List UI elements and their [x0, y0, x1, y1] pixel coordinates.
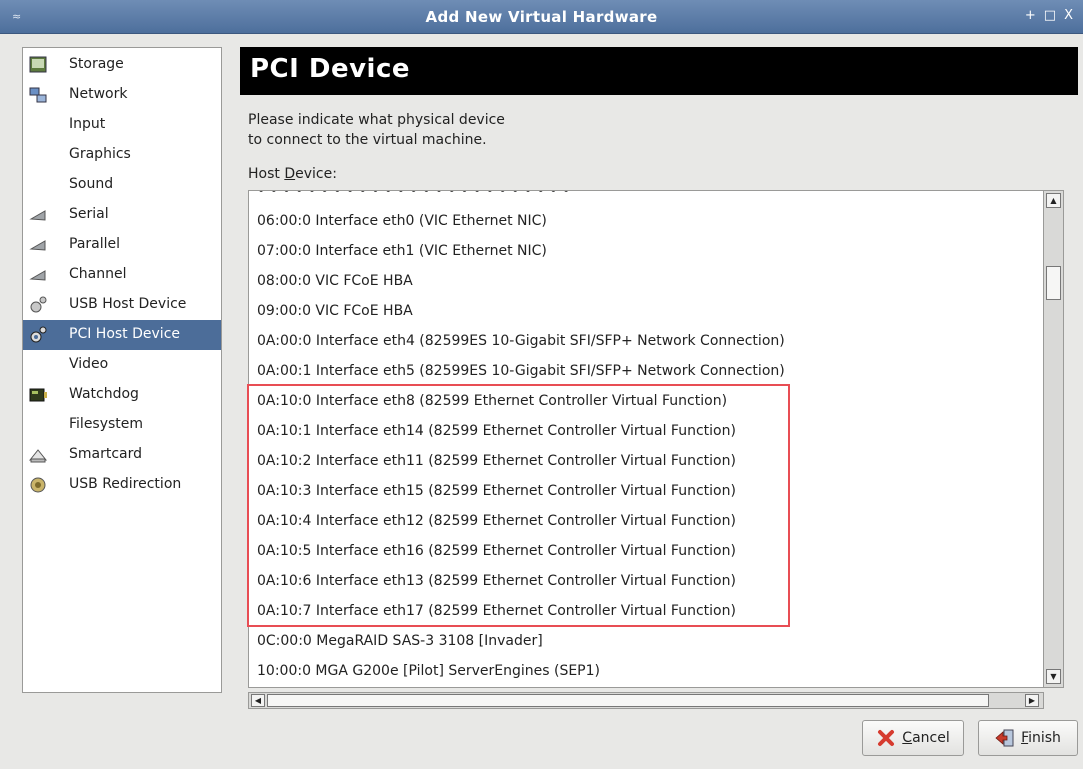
horizontal-scrollbar[interactable]: ◀ ▶ [248, 692, 1044, 709]
sidebar-item-network[interactable]: Network [23, 80, 221, 110]
sidebar-item-label: Watchdog [69, 386, 139, 402]
finish-label-rest: inish [1028, 730, 1061, 746]
sidebar-item-label: Serial [69, 206, 109, 222]
usb-redirection-icon [30, 477, 46, 493]
page-header: PCI Device [240, 47, 1078, 95]
description-text: Please indicate what physical device to … [248, 110, 748, 150]
device-row[interactable]: 0A:00:1 Interface eth5 (82599ES 10-Gigab… [257, 356, 785, 386]
scroll-up-arrow-icon[interactable]: ▲ [1046, 193, 1061, 208]
sidebar-item-filesystem[interactable]: Filesystem [23, 410, 221, 440]
window-title: Add New Virtual Hardware [425, 8, 658, 26]
sidebar-item-label: Graphics [69, 146, 131, 162]
watchdog-icon [29, 388, 47, 402]
restore-window-button[interactable]: □ [1044, 8, 1056, 23]
sidebar-item-serial[interactable]: Serial [23, 200, 221, 230]
sidebar-item-label: Video [69, 356, 109, 372]
description-line: Please indicate what physical device [248, 112, 505, 128]
sidebar-item-label: Input [69, 116, 106, 132]
close-window-button[interactable]: X [1064, 8, 1073, 23]
sidebar-item-label: USB Redirection [69, 476, 182, 492]
window-controls: + □ X [1025, 8, 1073, 23]
finish-button-label: Finish [1021, 730, 1061, 746]
device-row[interactable]: 07:00:0 Interface eth1 (VIC Ethernet NIC… [257, 236, 547, 266]
cancel-button[interactable]: Cancel [862, 720, 964, 756]
sidebar-item-smartcard[interactable]: Smartcard [23, 440, 221, 470]
virtual-function-highlight-box [247, 384, 790, 627]
sidebar-item-label: PCI Host Device [69, 326, 181, 342]
sidebar-item-label: Sound [69, 176, 114, 192]
storage-icon [29, 56, 47, 73]
sidebar-item-pci-host-device[interactable]: PCI Host Device [23, 320, 221, 350]
cancel-icon [878, 730, 895, 746]
host-device-label-prefix: Host [248, 166, 285, 182]
cancel-button-label: Cancel [902, 730, 949, 746]
smartcard-icon [28, 449, 48, 463]
title-bar: ≈ Add New Virtual Hardware + □ X [0, 0, 1083, 34]
device-row[interactable]: 10:00:0 MGA G200e [Pilot] ServerEngines … [257, 656, 600, 686]
sidebar-item-label: Network [69, 86, 128, 102]
sidebar-item-label: Storage [69, 56, 124, 72]
sidebar-item-input[interactable]: Input [23, 110, 221, 140]
device-row[interactable]: 0A:00:0 Interface eth4 (82599ES 10-Gigab… [257, 326, 785, 356]
channel-icon [29, 270, 46, 281]
network-icon [29, 87, 47, 103]
maximize-window-button[interactable]: + [1025, 8, 1036, 23]
finish-button[interactable]: Finish [978, 720, 1078, 756]
cancel-mnemonic: C [902, 730, 913, 746]
cancel-label-rest: ancel [912, 730, 950, 746]
vertical-scroll-thumb[interactable] [1046, 266, 1061, 300]
sidebar-item-storage[interactable]: Storage [23, 50, 221, 80]
device-row[interactable]: 0C:00:0 MegaRAID SAS-3 3108 [Invader] [257, 626, 543, 656]
finish-icon [995, 729, 1014, 747]
hardware-type-list: Storage Network Input Graphics Sound Ser… [22, 47, 222, 693]
scroll-left-arrow-icon[interactable]: ◀ [251, 694, 265, 707]
device-row[interactable]: 06:00:0 Interface eth0 (VIC Ethernet NIC… [257, 206, 547, 236]
sidebar-item-usb-host-device[interactable]: USB Host Device [23, 290, 221, 320]
scroll-right-arrow-icon[interactable]: ▶ [1025, 694, 1039, 707]
parallel-port-icon [29, 240, 46, 251]
pci-device-icon [30, 326, 47, 343]
page-title: PCI Device [250, 54, 410, 84]
horizontal-scroll-thumb[interactable] [267, 694, 989, 707]
sidebar-item-parallel[interactable]: Parallel [23, 230, 221, 260]
sidebar-item-watchdog[interactable]: Watchdog [23, 380, 221, 410]
sidebar-item-sound[interactable]: Sound [23, 170, 221, 200]
sidebar-item-graphics[interactable]: Graphics [23, 140, 221, 170]
sidebar-item-label: Filesystem [69, 416, 144, 432]
serial-port-icon [29, 210, 46, 221]
sidebar-item-label: Smartcard [69, 446, 143, 462]
scroll-down-arrow-icon[interactable]: ▼ [1046, 669, 1061, 684]
host-device-label-mnemonic: D [284, 166, 296, 182]
usb-device-icon [30, 296, 47, 313]
host-device-label-suffix: evice: [295, 166, 337, 182]
sidebar-item-video[interactable]: Video [23, 350, 221, 380]
device-row[interactable]: 09:00:0 VIC FCoE HBA [257, 296, 413, 326]
sidebar-item-channel[interactable]: Channel [23, 260, 221, 290]
description-line: to connect to the virtual machine. [248, 132, 487, 148]
sidebar-item-label: Channel [69, 266, 127, 282]
sidebar-item-label: USB Host Device [69, 296, 187, 312]
sidebar-item-label: Parallel [69, 236, 121, 252]
host-device-label: Host Device: [248, 166, 337, 182]
vertical-scrollbar[interactable]: ▲ ▼ [1044, 190, 1064, 688]
sidebar-item-usb-redirection[interactable]: USB Redirection [23, 470, 221, 500]
device-row[interactable]: 08:00:0 VIC FCoE HBA [257, 266, 413, 296]
partially-visible-row: • • • • • • • • • • • • • • • • • • • • … [257, 190, 571, 199]
